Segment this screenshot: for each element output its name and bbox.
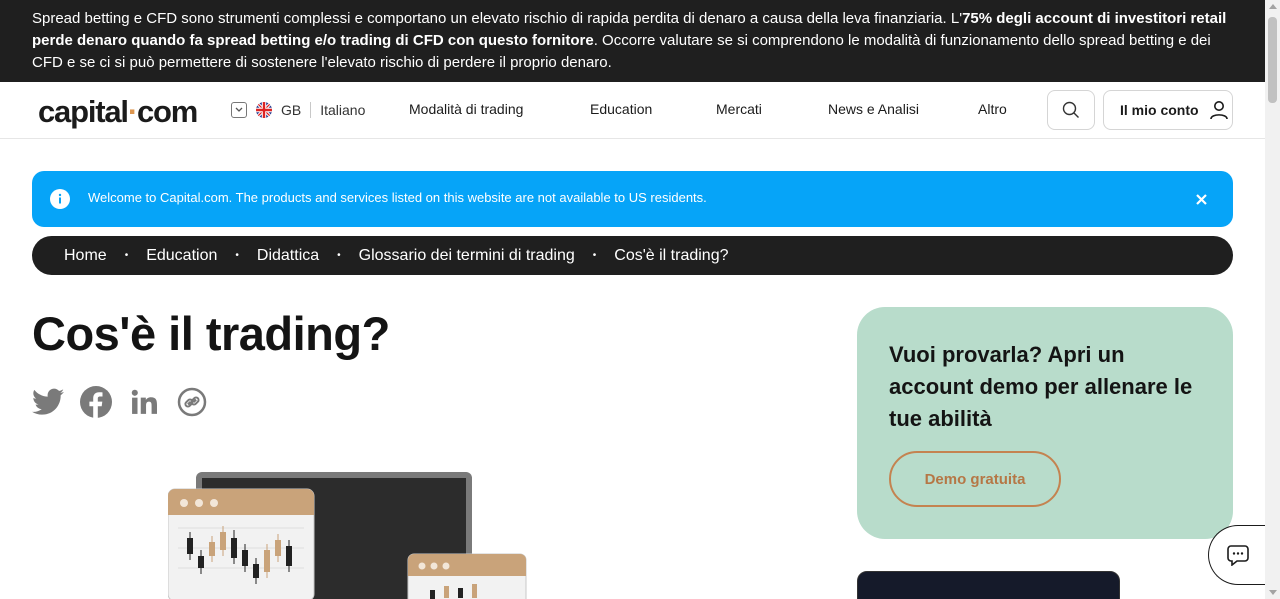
breadcrumb-current: Cos'è il trading? bbox=[614, 246, 729, 264]
us-residents-notice: Welcome to Capital.com. The products and… bbox=[32, 171, 1233, 227]
video-card[interactable] bbox=[857, 571, 1120, 599]
chevron-down-icon bbox=[231, 102, 247, 118]
search-button[interactable] bbox=[1047, 90, 1095, 130]
locale-selector[interactable]: GB Italiano bbox=[231, 101, 365, 119]
linkedin-icon[interactable] bbox=[128, 386, 160, 418]
facebook-icon[interactable] bbox=[80, 386, 112, 418]
nav-news-analysis[interactable]: News e Analisi bbox=[828, 101, 919, 117]
nav-trading-modes[interactable]: Modalità di trading bbox=[409, 101, 523, 117]
my-account-button[interactable]: Il mio conto bbox=[1103, 90, 1233, 130]
breadcrumb-didactics[interactable]: Didattica bbox=[257, 247, 319, 265]
notice-message: Welcome to Capital.com. The products and… bbox=[88, 190, 707, 205]
demo-promo-card: Vuoi provarla? Apri un account demo per … bbox=[857, 307, 1233, 539]
region-code: GB bbox=[281, 102, 302, 118]
capital-logo[interactable]: capital·com bbox=[38, 94, 198, 130]
account-label: Il mio conto bbox=[1120, 102, 1199, 118]
share-buttons bbox=[32, 386, 208, 418]
chat-button[interactable] bbox=[1208, 525, 1268, 585]
scroll-down-arrow-icon[interactable] bbox=[1269, 590, 1277, 595]
breadcrumb-home[interactable]: Home bbox=[64, 247, 107, 265]
breadcrumb: Home • Education • Didattica • Glossario… bbox=[32, 236, 1233, 275]
site-header: capital·com GB Italiano Modalità di trad… bbox=[0, 82, 1265, 139]
trading-illustration bbox=[168, 470, 528, 599]
language-label: Italiano bbox=[320, 102, 366, 118]
risk-warning-text: Spread betting e CFD sono strumenti comp… bbox=[32, 10, 963, 27]
nav-markets[interactable]: Mercati bbox=[716, 101, 762, 117]
page-title: Cos'è il trading? bbox=[32, 307, 390, 360]
breadcrumb-education[interactable]: Education bbox=[146, 247, 217, 265]
breadcrumb-separator: • bbox=[124, 250, 129, 261]
uk-flag-icon bbox=[256, 102, 272, 118]
scrollbar-thumb[interactable] bbox=[1268, 17, 1277, 103]
divider bbox=[310, 102, 312, 118]
twitter-icon[interactable] bbox=[32, 386, 64, 418]
breadcrumb-separator: • bbox=[592, 250, 597, 261]
free-demo-button[interactable]: Demo gratuita bbox=[889, 451, 1061, 507]
copy-link-icon[interactable] bbox=[176, 386, 208, 418]
nav-more[interactable]: Altro bbox=[978, 101, 1007, 117]
breadcrumb-separator: • bbox=[337, 250, 341, 261]
nav-education[interactable]: Education bbox=[590, 101, 652, 117]
breadcrumb-separator: • bbox=[235, 250, 239, 261]
user-icon bbox=[1209, 101, 1228, 120]
breadcrumb-glossary[interactable]: Glossario dei termini di trading bbox=[359, 247, 575, 265]
promo-heading: Vuoi provarla? Apri un account demo per … bbox=[889, 342, 1193, 431]
info-icon bbox=[50, 189, 70, 209]
chat-icon bbox=[1227, 545, 1249, 566]
risk-warning-banner: Spread betting e CFD sono strumenti comp… bbox=[0, 0, 1265, 82]
scroll-up-arrow-icon[interactable] bbox=[1269, 4, 1277, 9]
scrollbar[interactable] bbox=[1265, 0, 1280, 599]
search-icon bbox=[1062, 101, 1079, 118]
close-icon[interactable] bbox=[1191, 189, 1211, 209]
